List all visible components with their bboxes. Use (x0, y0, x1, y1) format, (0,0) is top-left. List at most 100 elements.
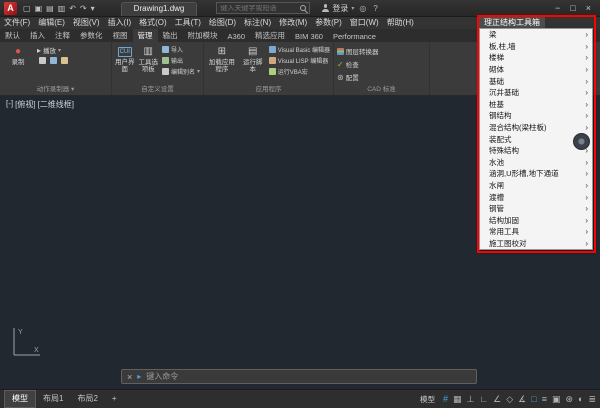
close-button[interactable]: × (581, 1, 596, 16)
tab-parametric[interactable]: 参数化 (75, 28, 108, 42)
tab-view[interactable]: 视图 (108, 28, 133, 42)
object-snap-tracking-icon[interactable]: ∡ (518, 390, 526, 408)
new-icon[interactable]: ▢ (22, 2, 32, 15)
tool-palettes-button[interactable]: ▥ 工具选项板 (138, 45, 157, 74)
menu-tools[interactable]: 工具(T) (171, 17, 205, 29)
menu-draw[interactable]: 绘图(D) (205, 17, 240, 29)
search-input[interactable] (220, 5, 298, 12)
toolbox-item-pool[interactable]: 水池› (480, 157, 592, 169)
selection-cycling-icon[interactable]: ▣ (552, 390, 561, 408)
polar-tracking-icon[interactable]: ∠ (493, 390, 501, 408)
run-script-button[interactable]: ▤ 运行脚本 (241, 45, 265, 74)
tab-addins[interactable]: 附加模块 (183, 28, 223, 42)
panel-label-applications[interactable]: 应用程序 (204, 84, 333, 95)
customize-icon[interactable]: ≣ (588, 390, 596, 408)
export-button[interactable]: 输出 (162, 56, 200, 65)
toolbox-item-common-tools[interactable]: 常用工具› (480, 226, 592, 238)
isodraft-icon[interactable]: ◇ (506, 390, 513, 408)
command-input[interactable]: 键入命令 (146, 371, 178, 382)
menu-file[interactable]: 文件(F) (0, 17, 34, 29)
load-application-button[interactable]: ⊞ 加载应用程序 (207, 45, 237, 74)
tab-bim360[interactable]: BIM 360 (290, 30, 328, 42)
lisp-editor-button[interactable]: Visual LISP 编辑器 (269, 56, 330, 65)
layer-translator-button[interactable]: 图层转换器 (337, 46, 379, 56)
panel-label-customization[interactable]: 自定义设置 (112, 84, 203, 95)
command-close-icon[interactable]: × (127, 372, 132, 382)
toolbox-item-mixed-structure[interactable]: 混合结构(梁柱板)› (480, 122, 592, 134)
menu-dimension[interactable]: 标注(N) (240, 17, 275, 29)
action-folder-icon[interactable] (61, 57, 68, 64)
preference-icon[interactable] (50, 57, 57, 64)
check-standards-button[interactable]: ✓ 检查 (337, 59, 379, 69)
help-icon[interactable]: ? (371, 4, 379, 13)
object-snap-icon[interactable]: □ (531, 390, 536, 408)
tab-featured-apps[interactable]: 精选应用 (250, 28, 290, 42)
tab-output[interactable]: 输出 (158, 28, 183, 42)
search-icon[interactable] (300, 5, 306, 11)
play-button[interactable]: ▸ 播放 ▾ (37, 45, 68, 55)
a360-icon[interactable]: ◎ (357, 4, 368, 13)
tab-layout1[interactable]: 布局1 (36, 390, 70, 408)
toolbox-item-steel-pipe[interactable]: 钢管› (480, 203, 592, 215)
infer-constraints-icon[interactable]: ⊥ (467, 390, 475, 408)
toolbox-item-pile[interactable]: 桩基› (480, 99, 592, 111)
panel-label-cad-standards[interactable]: CAD 标准 (334, 84, 429, 95)
menu-format[interactable]: 格式(O) (135, 17, 171, 29)
toolbox-item-culvert-passage[interactable]: 涵洞,U形槽,地下通道› (480, 168, 592, 180)
qat-dropdown-icon[interactable]: ▾ (90, 2, 96, 15)
open-icon[interactable]: ▣ (34, 2, 44, 15)
orbit-icon[interactable] (573, 133, 590, 150)
import-button[interactable]: 导入 (162, 45, 200, 54)
workspace-gear-icon[interactable]: ⊛ (565, 390, 573, 408)
command-line[interactable]: × ▸ 键入命令 (121, 369, 477, 384)
tab-model[interactable]: 模型 (4, 390, 36, 408)
signin-dropdown-icon[interactable]: ▾ (351, 5, 354, 12)
minimize-button[interactable]: − (550, 1, 565, 16)
undo-icon[interactable]: ↶ (68, 2, 77, 15)
isolate-objects-icon[interactable]: ◐ (578, 390, 583, 408)
lineweight-icon[interactable]: ≡ (542, 390, 547, 408)
user-interface-button[interactable]: CUI 用户界面 (115, 45, 134, 74)
toolbox-item-steel[interactable]: 钢结构› (480, 110, 592, 122)
toolbox-item-drawing-proof[interactable]: 施工图校对› (480, 238, 592, 250)
tab-a360[interactable]: A360 (223, 30, 251, 42)
tab-manage[interactable]: 管理 (133, 28, 158, 42)
plot-icon[interactable]: ▥ (57, 2, 67, 15)
vb-editor-button[interactable]: Visual Basic 编辑器 (269, 45, 330, 54)
viewport-menu-control[interactable]: [-] (6, 99, 13, 110)
save-icon[interactable]: ▤ (45, 2, 55, 15)
signin-button[interactable]: 登录 (332, 3, 348, 14)
tab-layout2[interactable]: 布局2 (70, 390, 104, 408)
snap-mode-icon[interactable]: ▦ (453, 390, 462, 408)
toolbox-item-masonry[interactable]: 砌体› (480, 64, 592, 76)
viewport-style-control[interactable]: [二维线框] (38, 99, 74, 110)
tab-performance[interactable]: Performance (328, 30, 381, 42)
menu-window[interactable]: 窗口(W) (346, 17, 383, 29)
menu-insert[interactable]: 插入(I) (104, 17, 136, 29)
toolbox-item-beam[interactable]: 梁› (480, 29, 592, 41)
redo-icon[interactable]: ↷ (79, 2, 88, 15)
toolbox-item-stairs[interactable]: 楼梯› (480, 52, 592, 64)
menu-edit[interactable]: 编辑(E) (34, 17, 69, 29)
toolbox-item-slab-column-wall[interactable]: 板,柱,墙› (480, 41, 592, 53)
toolbox-item-aqueduct[interactable]: 渡槽› (480, 191, 592, 203)
toolbox-item-foundation[interactable]: 基础› (480, 75, 592, 87)
autocad-logo-icon[interactable]: A (4, 2, 17, 15)
configure-standards-button[interactable]: ⊛ 配置 (337, 72, 379, 82)
model-space-label[interactable]: 模型 (420, 394, 435, 405)
toolbox-item-reinforcement[interactable]: 结构加固› (480, 215, 592, 227)
run-vba-button[interactable]: 运行VBA宏 (269, 67, 330, 76)
menu-modify[interactable]: 修改(M) (275, 17, 311, 29)
edit-aliases-button[interactable]: 编辑别名 ▾ (162, 67, 200, 76)
record-button[interactable]: ● 录制 (3, 45, 33, 66)
tab-insert[interactable]: 插入 (25, 28, 50, 42)
panel-label-action-recorder[interactable]: 动作录制器 ▾ (0, 84, 111, 95)
maximize-button[interactable]: □ (565, 1, 580, 16)
tab-annotate[interactable]: 注释 (50, 28, 75, 42)
toolbox-item-caisson[interactable]: 沉井基础› (480, 87, 592, 99)
new-layout-button[interactable]: + (105, 390, 124, 408)
insert-message-icon[interactable] (39, 57, 46, 64)
grid-icon[interactable]: # (443, 390, 448, 408)
viewport-view-control[interactable]: [俯视] (15, 99, 35, 110)
menu-parametric[interactable]: 参数(P) (311, 17, 346, 29)
